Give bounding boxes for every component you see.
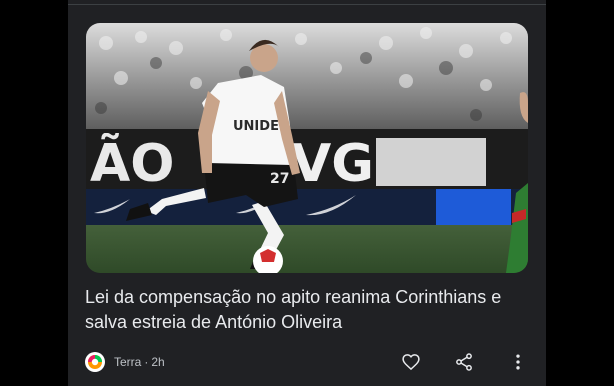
jersey-text: UNIDE bbox=[233, 119, 279, 134]
heart-icon bbox=[402, 354, 420, 371]
article-headline[interactable]: Lei da compensação no apito reanima Cori… bbox=[85, 285, 533, 335]
card-divider bbox=[68, 4, 546, 5]
svg-text:ÃO: ÃO bbox=[90, 133, 174, 194]
meta-separator: · bbox=[144, 355, 149, 369]
svg-text:VG: VG bbox=[291, 134, 374, 194]
like-button[interactable] bbox=[399, 350, 423, 374]
news-card[interactable]: ÃO VG 27 UNIDE Lei da compensação no api… bbox=[68, 0, 546, 386]
article-photo: ÃO VG 27 UNIDE bbox=[86, 23, 528, 273]
more-options-button[interactable] bbox=[506, 350, 530, 374]
article-image[interactable]: ÃO VG 27 UNIDE bbox=[86, 23, 528, 273]
source-name[interactable]: Terra bbox=[114, 355, 141, 369]
share-icon bbox=[456, 353, 472, 371]
publish-time: 2h bbox=[151, 355, 165, 369]
source-logo-icon bbox=[85, 352, 105, 372]
article-meta: Terra · 2h bbox=[85, 350, 165, 374]
svg-text:27: 27 bbox=[270, 171, 289, 187]
share-button[interactable] bbox=[452, 350, 476, 374]
more-vert-icon bbox=[516, 354, 520, 370]
